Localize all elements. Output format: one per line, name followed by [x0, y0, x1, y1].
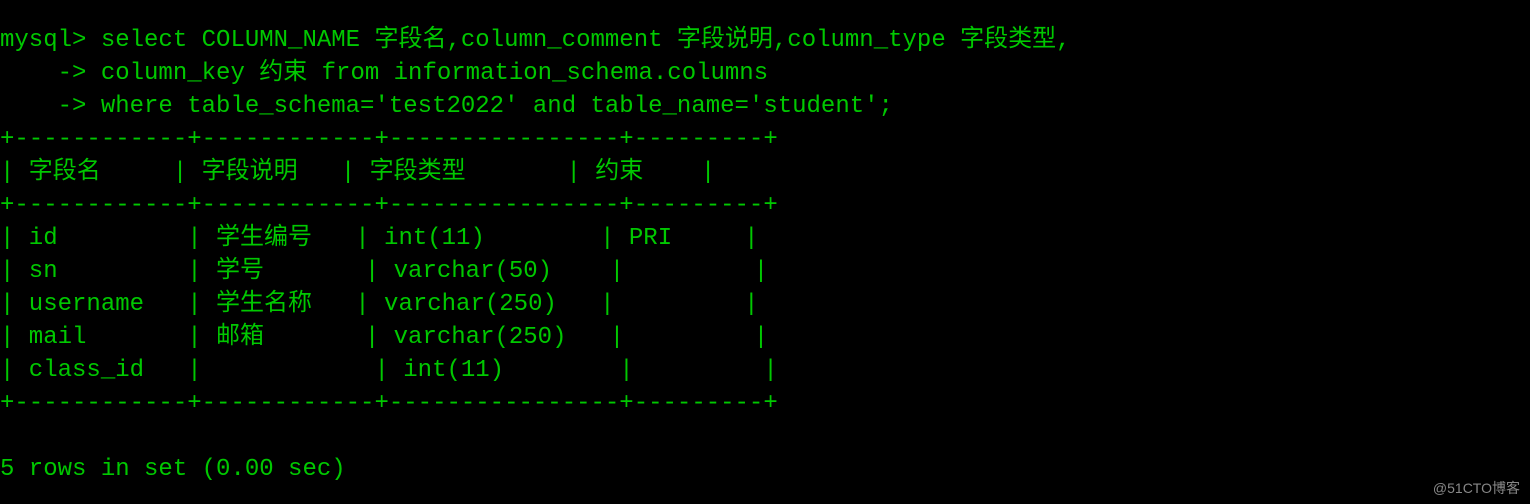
- watermark-text: @51CTO博客: [1433, 478, 1520, 498]
- mysql-terminal[interactable]: mysql> select COLUMN_NAME 字段名,column_com…: [0, 24, 1530, 486]
